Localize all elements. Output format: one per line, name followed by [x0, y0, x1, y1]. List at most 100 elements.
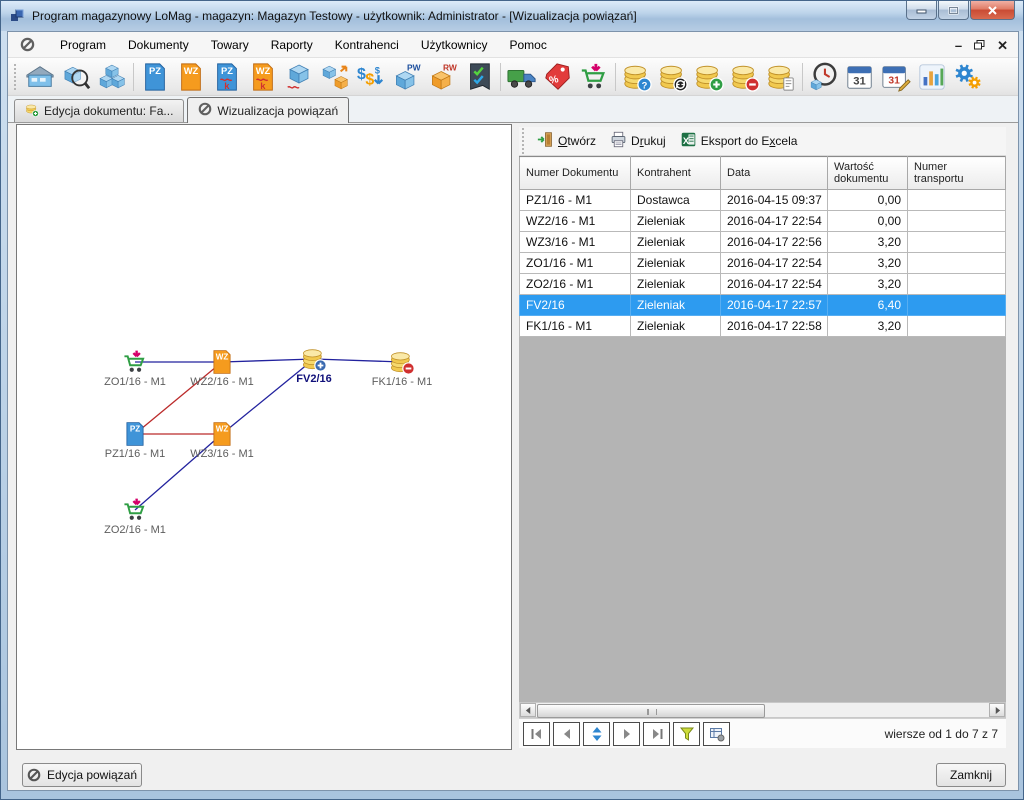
- statistics-icon[interactable]: [914, 60, 950, 94]
- svg-text:RW: RW: [443, 62, 457, 72]
- toolbar-separator: [802, 63, 803, 91]
- table-cell: 2016-04-17 22:54: [721, 253, 828, 274]
- column-header-kontrahent[interactable]: Kontrahent: [631, 157, 721, 190]
- diagram-node-fk1-16-m1[interactable]: FK1/16 - M1: [360, 349, 444, 388]
- box-rw-icon[interactable]: RW: [425, 60, 461, 94]
- menu-item-program[interactable]: Program: [49, 34, 117, 56]
- nav-prev-button[interactable]: [553, 722, 580, 746]
- panel-button-label: Eksport do Excela: [701, 134, 798, 148]
- relations-diagram-canvas[interactable]: ZO1/16 - M1WZWZ2/16 - M1FV2/16FK1/16 - M…: [16, 124, 512, 750]
- diagram-node-zo2-16-m1[interactable]: ZO2/16 - M1: [93, 497, 177, 536]
- table-row-zo2-16-m1[interactable]: ZO2/16 - M1Zieleniak2016-04-17 22:543,20: [520, 274, 1006, 295]
- menu-item-uytkownicy[interactable]: Użytkownicy: [410, 34, 499, 56]
- otwórz-button[interactable]: Otwórz: [530, 128, 603, 154]
- goods-icon[interactable]: [94, 60, 130, 94]
- transport-icon[interactable]: [504, 60, 540, 94]
- column-header-numer-transportu[interactable]: Numer transportu: [908, 157, 1006, 190]
- search-goods-icon[interactable]: [58, 60, 94, 94]
- mdi-close-button[interactable]: ✕: [997, 39, 1008, 52]
- eksport-do-excela-button[interactable]: X Eksport do Excela: [673, 128, 805, 154]
- excel-icon: X: [680, 131, 697, 151]
- diagram-node-fv2-16[interactable]: FV2/16: [272, 346, 356, 385]
- tab-bar: ellipse cx="14" cy="23" rx="11" ry="5" f…: [8, 96, 1018, 123]
- invoice-minus-icon: [389, 349, 415, 375]
- money-exchange-icon[interactable]: [655, 60, 691, 94]
- calendar-edit-icon[interactable]: 31: [878, 60, 914, 94]
- nav-last-button[interactable]: [643, 722, 670, 746]
- settings-icon[interactable]: [950, 60, 986, 94]
- table-cell: PZ1/16 - M1: [520, 190, 631, 211]
- column-header-data[interactable]: Data: [721, 157, 828, 190]
- diagram-node-zo1-16-m1[interactable]: ZO1/16 - M1: [93, 349, 177, 388]
- table-row-fk1-16-m1[interactable]: FK1/16 - M1Zieleniak2016-04-17 22:583,20: [520, 316, 1006, 337]
- money-question-icon[interactable]: ?: [619, 60, 655, 94]
- minimize-button[interactable]: [906, 1, 937, 20]
- transfer-icon[interactable]: [317, 60, 353, 94]
- edit-connections-button[interactable]: Edycja powiązań: [22, 763, 142, 787]
- maximize-button[interactable]: [938, 1, 969, 20]
- table-row-wz3-16-m1[interactable]: WZ3/16 - M1Zieleniak2016-04-17 22:563,20: [520, 232, 1006, 253]
- window-content: ProgramDokumentyTowaryRaportyKontrahenci…: [7, 31, 1019, 791]
- nav-first-button[interactable]: [523, 722, 550, 746]
- customize-button[interactable]: [703, 722, 730, 746]
- table-row-pz1-16-m1[interactable]: PZ1/16 - M1Dostawca2016-04-15 09:370,00: [520, 190, 1006, 211]
- print-icon: [610, 131, 627, 151]
- table-cell: Zieleniak: [631, 295, 721, 316]
- doc-wzk-icon[interactable]: WZk: [245, 60, 281, 94]
- doc-wz-icon[interactable]: WZ: [173, 60, 209, 94]
- scroll-right-arrow[interactable]: [989, 703, 1005, 717]
- close-view-label: Zamknij: [950, 768, 992, 782]
- warehouse-icon[interactable]: [22, 60, 58, 94]
- close-view-button[interactable]: Zamknij: [936, 763, 1006, 787]
- table-row-zo1-16-m1[interactable]: ZO1/16 - M1Zieleniak2016-04-17 22:543,20: [520, 253, 1006, 274]
- diagram-node-wz3-16-m1[interactable]: WZWZ3/16 - M1: [180, 421, 264, 460]
- history-icon[interactable]: [806, 60, 842, 94]
- scroll-left-arrow[interactable]: [520, 703, 536, 717]
- filter-button[interactable]: [673, 722, 700, 746]
- table-row-fv2-16[interactable]: FV2/16Zieleniak2016-04-17 22:576,40: [520, 295, 1006, 316]
- column-header-numer-dokumentu[interactable]: Numer Dokumentu: [520, 157, 631, 190]
- scrollbar-thumb[interactable]: [537, 704, 765, 718]
- table-cell: 2016-04-17 22:54: [721, 274, 828, 295]
- table-cell: Zieleniak: [631, 274, 721, 295]
- doc-pz-icon: PZ: [122, 421, 148, 447]
- table-cell: FV2/16: [520, 295, 631, 316]
- money-add-icon[interactable]: [691, 60, 727, 94]
- close-button[interactable]: [970, 1, 1015, 20]
- nav-sort-button[interactable]: [583, 722, 610, 746]
- box-pw-icon[interactable]: PW: [389, 60, 425, 94]
- money-invoice-icon[interactable]: [763, 60, 799, 94]
- tab-document-edit[interactable]: ellipse cx="14" cy="23" rx="11" ry="5" f…: [14, 99, 184, 122]
- svg-text:k: k: [260, 81, 266, 91]
- mdi-minimize-button[interactable]: –: [955, 39, 962, 52]
- diagram-node-wz2-16-m1[interactable]: WZWZ2/16 - M1: [180, 349, 264, 388]
- diagram-node-pz1-16-m1[interactable]: PZPZ1/16 - M1: [93, 421, 177, 460]
- column-header-wartość-dokumentu[interactable]: Wartość dokumentu: [828, 157, 908, 190]
- tasks-icon[interactable]: [461, 60, 497, 94]
- toolbar-grip: [14, 64, 19, 90]
- inventory-icon[interactable]: [281, 60, 317, 94]
- tab-label: Wizualizacja powiązań: [217, 104, 338, 118]
- nav-next-button[interactable]: [613, 722, 640, 746]
- menu-item-pomoc[interactable]: Pomoc: [499, 34, 558, 56]
- menu-item-kontrahenci[interactable]: Kontrahenci: [324, 34, 410, 56]
- tab-relations-view[interactable]: Wizualizacja powiązań: [187, 97, 349, 123]
- doc-pz-icon[interactable]: PZ: [137, 60, 173, 94]
- mdi-restore-button[interactable]: [974, 39, 985, 52]
- table-cell: [908, 211, 1006, 232]
- calendar-icon[interactable]: 31: [842, 60, 878, 94]
- table-row-wz2-16-m1[interactable]: WZ2/16 - M1Zieleniak2016-04-17 22:540,00: [520, 211, 1006, 232]
- mdi-controls: – ✕: [955, 32, 1008, 58]
- doc-pzk-icon[interactable]: PZk: [209, 60, 245, 94]
- purchase-icon[interactable]: [576, 60, 612, 94]
- drukuj-button[interactable]: Drukuj: [603, 128, 673, 154]
- prices-icon[interactable]: $$$: [353, 60, 389, 94]
- svg-text:WZ: WZ: [216, 353, 229, 362]
- menu-item-raporty[interactable]: Raporty: [260, 34, 324, 56]
- discounts-icon[interactable]: %: [540, 60, 576, 94]
- menu-item-dokumenty[interactable]: Dokumenty: [117, 34, 200, 56]
- menu-item-towary[interactable]: Towary: [200, 34, 260, 56]
- horizontal-scrollbar[interactable]: [519, 702, 1006, 718]
- rows-status-text: wiersze od 1 do 7 z 7: [885, 727, 1002, 741]
- money-remove-icon[interactable]: [727, 60, 763, 94]
